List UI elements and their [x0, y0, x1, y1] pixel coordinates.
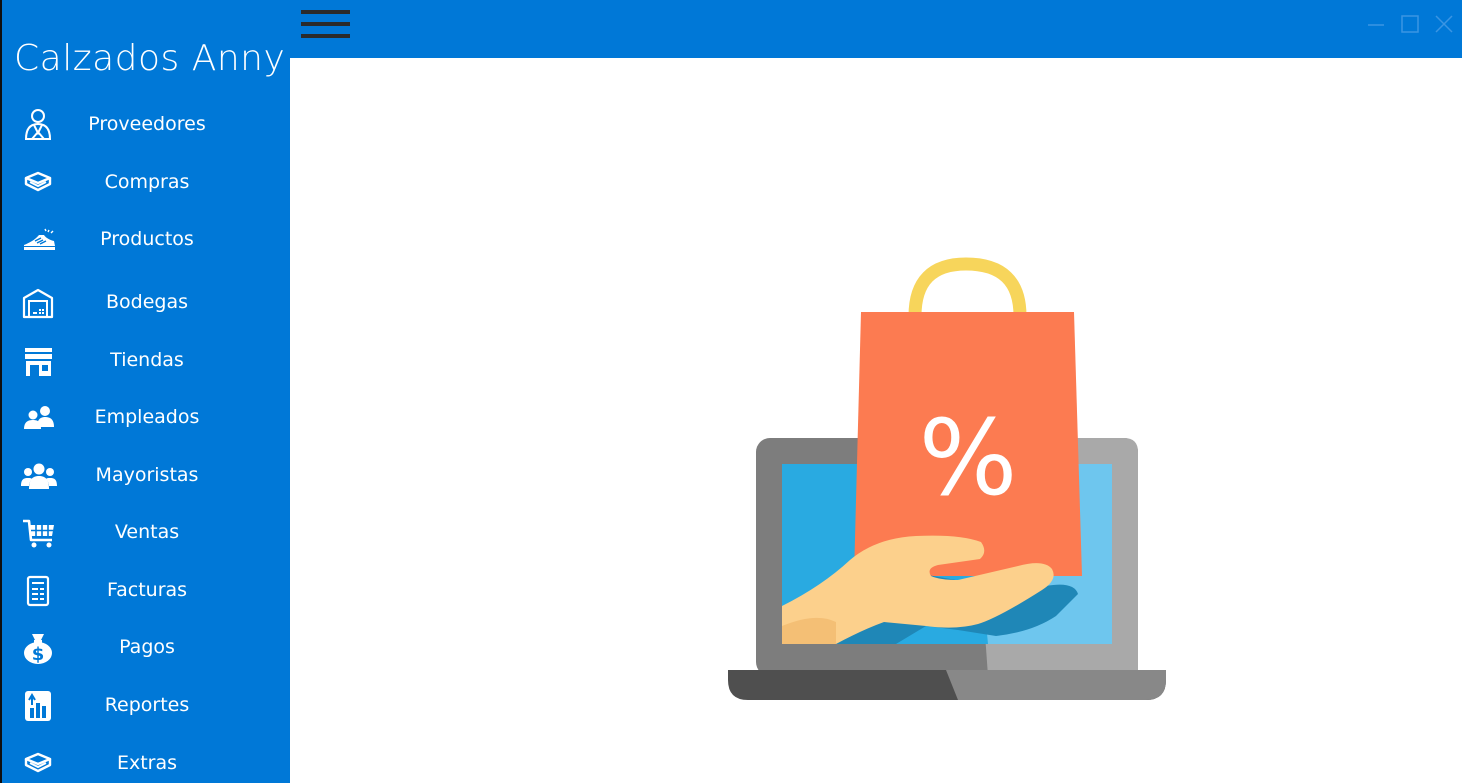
sidebar-item-tiendas[interactable]: Tiendas [2, 336, 290, 386]
maximize-icon [1401, 15, 1419, 33]
sidebar-item-label: Empleados [94, 406, 200, 428]
sidebar-item-label: Proveedores [88, 113, 206, 135]
sidebar-item-label: Compras [104, 171, 190, 193]
sidebar-item-proveedores[interactable]: Proveedores [2, 100, 290, 150]
warehouse-icon [21, 286, 57, 320]
group-icon [21, 459, 57, 493]
sidebar-item-label: Pagos [119, 636, 175, 658]
maximize-button[interactable] [1396, 10, 1424, 40]
shopping-discount-illustration: % [726, 256, 1168, 706]
sidebar-item-label: Ventas [114, 521, 180, 543]
sidebar-item-bodegas[interactable]: Bodegas [2, 278, 290, 328]
store-icon [21, 344, 57, 378]
sidebar-item-extras[interactable]: Extras [2, 739, 290, 783]
sidebar-item-label: Extras [116, 752, 178, 774]
sidebar-item-empleados[interactable]: Empleados [2, 393, 290, 443]
sidebar-item-reportes[interactable]: Reportes [2, 681, 290, 731]
box-icon [21, 166, 57, 200]
title-bar [290, 0, 1462, 58]
sidebar-item-productos[interactable]: Productos [2, 215, 290, 265]
sidebar-item-label: Bodegas [105, 291, 188, 313]
main-content: % [290, 58, 1462, 783]
cart-icon [21, 516, 57, 550]
app-window: Calzados Anny Proveedores Compras Produc… [2, 0, 1462, 783]
shoe-icon [21, 223, 57, 257]
sidebar-item-label: Tiendas [110, 349, 184, 371]
close-button[interactable] [1430, 10, 1458, 40]
sidebar-item-mayoristas[interactable]: Mayoristas [2, 451, 290, 501]
hamburger-line [301, 22, 350, 26]
sidebar-item-pagos[interactable]: $ Pagos [2, 623, 290, 673]
sidebar-item-label: Facturas [106, 579, 188, 601]
money-bag-icon: $ [21, 631, 57, 665]
percent-symbol: % [919, 397, 1018, 519]
sidebar-item-ventas[interactable]: Ventas [2, 508, 290, 558]
hamburger-line [301, 34, 350, 38]
window-controls [1362, 10, 1462, 40]
hamburger-line [301, 10, 350, 14]
sidebar: Calzados Anny Proveedores Compras Produc… [2, 0, 290, 783]
sidebar-item-label: Mayoristas [95, 464, 199, 486]
box-icon [21, 747, 57, 781]
report-chart-icon [21, 689, 57, 723]
employees-icon [21, 401, 57, 435]
supplier-icon [21, 108, 57, 142]
svg-text:$: $ [32, 644, 45, 665]
sidebar-item-label: Productos [100, 228, 194, 250]
app-title: Calzados Anny [14, 38, 286, 79]
sidebar-item-label: Reportes [104, 694, 190, 716]
menu-toggle-button[interactable] [300, 8, 352, 42]
minimize-icon [1368, 24, 1384, 26]
close-icon [1435, 15, 1453, 33]
sidebar-item-facturas[interactable]: Facturas [2, 566, 290, 616]
minimize-button[interactable] [1362, 10, 1390, 40]
sidebar-item-compras[interactable]: Compras [2, 158, 290, 208]
invoice-icon [21, 574, 57, 608]
